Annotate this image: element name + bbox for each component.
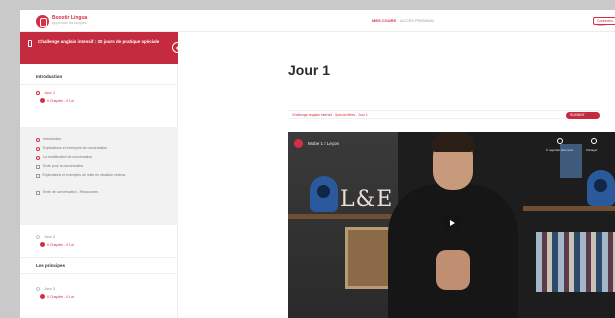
nav-premium[interactable]: ACCÈS PREMIUM [400, 18, 434, 23]
lesson-item[interactable]: Texte pour la conversation [36, 164, 166, 169]
section-title-principles: Les principes [36, 263, 66, 268]
shelf [523, 206, 615, 211]
lesson-item[interactable]: Texte de conversation - Ressources [36, 190, 166, 195]
speaker [310, 176, 338, 212]
lesson-item[interactable]: Explications et exemples de mise en situ… [36, 173, 146, 178]
channel-avatar[interactable] [294, 139, 303, 148]
brand-logo[interactable]: Boostir Lingua apprendre les langues [36, 14, 87, 28]
document-icon [36, 173, 40, 178]
day-name: Jour 2 [44, 234, 56, 239]
day-status-icon [36, 234, 40, 239]
watch-later-label: À regarder plus tard [546, 148, 573, 152]
brand-tagline: apprendre les langues [52, 21, 87, 26]
lesson-item[interactable]: Introduction [36, 137, 166, 142]
share-label: Partager [586, 148, 598, 152]
play-icon [36, 146, 40, 151]
lesson-label: Explications et exemples de conversation [43, 146, 108, 150]
day-progress: 0 Chapitre - 0 Lot [47, 294, 75, 299]
divider [20, 273, 178, 274]
day-item-jour-3[interactable]: Jour 3 0 Chapitre - 0 Lot [36, 286, 166, 299]
lesson-item[interactable]: La modification de conversation [36, 155, 166, 160]
lesson-item[interactable]: Explications et exemples de conversation [36, 146, 166, 151]
presenter-hair [431, 132, 475, 152]
top-bar: Boostir Lingua apprendre les langues MES… [20, 10, 615, 32]
day-progress: 0 Chapitre - 0 Lot [47, 242, 75, 247]
logo-mark-icon [36, 14, 49, 28]
lesson-label: Introduction [43, 137, 62, 141]
day-item-jour-2[interactable]: Jour 2 0 Chapitre - 0 Lot [36, 234, 166, 247]
video-background [288, 132, 398, 318]
lesson-label: Texte de conversation - Ressources [42, 190, 99, 194]
books [536, 232, 615, 292]
page-title: Jour 1 [288, 62, 331, 78]
lesson-list: Introduction Explications et exemples de… [20, 127, 178, 225]
video-title[interactable]: Mobe 1 / Leçon [308, 141, 339, 146]
play-button[interactable] [442, 216, 462, 230]
day-progress: 0 Chapitre - 0 Lot [47, 98, 75, 103]
shelf [288, 214, 393, 219]
play-icon [36, 137, 40, 142]
divider [20, 84, 178, 85]
divider [20, 257, 178, 258]
breadcrumb[interactable]: Challenge anglais intensif - Spécial fêt… [292, 113, 368, 117]
presenter-hands [436, 250, 470, 290]
contact-button[interactable]: Contactez-nous [593, 17, 615, 27]
play-icon [36, 155, 40, 160]
course-sidebar: Challenge anglais intensif : 30 jours de… [20, 32, 183, 318]
document-icon [36, 164, 40, 169]
lesson-label: Explications et exemples de mise en situ… [42, 173, 126, 177]
day-name: Jour 3 [44, 286, 56, 291]
main-content: Jour 1 Challenge anglais intensif - Spéc… [178, 32, 615, 318]
day-item-jour-1[interactable]: Jour 1 0 Chapitre - 0 Lot [36, 90, 166, 103]
document-icon [36, 190, 40, 195]
next-label: SUIVANT [570, 112, 585, 117]
book-icon [28, 40, 32, 47]
day-status-icon [36, 90, 40, 95]
next-button[interactable]: SUIVANT [566, 111, 600, 119]
progress-dot-icon [40, 294, 45, 299]
lesson-label: Texte pour la conversation [42, 164, 84, 168]
video-sign: L&E [340, 187, 394, 212]
contact-label: Contactez-nous [597, 19, 614, 27]
breadcrumb-bar: Challenge anglais intensif - Spécial fêt… [288, 110, 600, 119]
day-name: Jour 1 [44, 90, 56, 95]
app-window: Boostir Lingua apprendre les langues MES… [20, 10, 615, 318]
section-title-introduction: Introduction [36, 74, 63, 79]
speaker [587, 170, 615, 206]
lesson-label: La modification de conversation [43, 155, 93, 159]
progress-dot-icon [40, 242, 45, 247]
nav-my-courses[interactable]: MES COURS [372, 18, 396, 23]
progress-dot-icon [40, 98, 45, 103]
day-status-icon [36, 286, 40, 291]
video-player[interactable]: L&E Mobe 1 / Leçon À regarder plus tard … [288, 132, 615, 318]
clock-icon[interactable] [557, 138, 563, 144]
course-header[interactable]: Challenge anglais intensif : 30 jours de… [20, 32, 178, 64]
course-title: Challenge anglais intensif : 30 jours de… [38, 39, 160, 44]
share-icon[interactable] [591, 138, 597, 144]
